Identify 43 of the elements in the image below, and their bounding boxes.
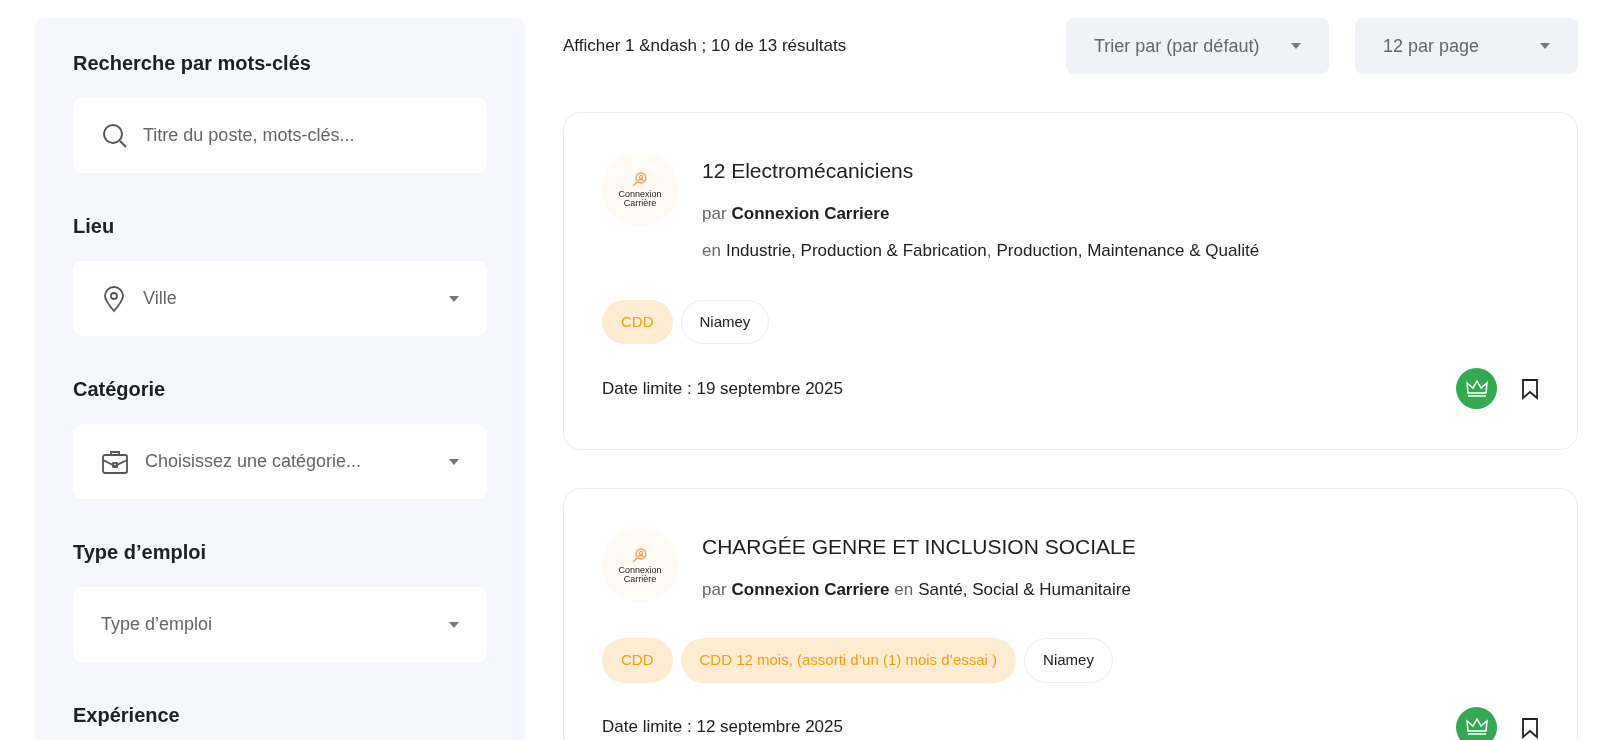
deadline-text: Date limite : 19 septembre 2025 — [602, 377, 844, 400]
caret-icon — [449, 295, 459, 302]
filter-label: Catégorie — [73, 377, 167, 402]
filter-label: Lieu — [73, 214, 116, 239]
caret-icon — [449, 458, 459, 465]
bookmark-button[interactable] — [1521, 715, 1539, 739]
caret-icon — [1291, 43, 1301, 49]
category-link[interactable]: Santé, Social & Humanitaire — [918, 576, 1131, 602]
job-type-tag: CDD — [602, 299, 673, 344]
meta-text: par — [702, 578, 727, 601]
company-link[interactable]: Connexion Carriere — [731, 200, 890, 226]
caret-icon — [1540, 43, 1550, 49]
job-type-tag: CDD 12 mois, (assorti d’un (1) mois d’essai ) — [680, 638, 1017, 683]
location-tag: Niamey — [680, 299, 770, 344]
location-tag: Niamey — [1024, 638, 1113, 683]
filter-label: Recherche par mots-clés — [73, 51, 312, 76]
filter-label: Type d’emploi — [73, 540, 207, 565]
company-logo: Connexion Carrière — [602, 151, 678, 227]
separator-text: , — [986, 240, 992, 262]
filter-label: Expérience — [73, 703, 181, 728]
caret-icon — [449, 621, 459, 628]
job-type-tag: CDD — [602, 638, 673, 683]
job-title[interactable]: CHARGÉE GENRE ET INCLUSION SOCIALE — [702, 531, 1136, 563]
bookmark-button[interactable] — [1521, 376, 1539, 401]
search-field[interactable]: Titre du poste, mots-clés... — [73, 98, 487, 173]
meta-text: par — [702, 202, 727, 225]
meta-text: en — [894, 578, 914, 601]
select-field[interactable]: Choisissez une catégorie... — [73, 424, 487, 499]
results-count: Afficher 1 &ndash ; 10 de 13 résultats — [563, 35, 848, 58]
meta-text: en — [702, 240, 721, 262]
deadline-text: Date limite : 12 septembre 2025 — [602, 716, 844, 739]
dropdown-button[interactable]: 12 par page — [1355, 18, 1578, 74]
search-icon — [101, 122, 129, 150]
category-link[interactable]: Production, Maintenance & Qualité — [996, 238, 1260, 264]
select-field[interactable]: Type d’emploi — [73, 587, 487, 662]
select-field[interactable]: Ville — [73, 261, 487, 336]
dropdown-button[interactable]: Trier par (par défaut) — [1066, 18, 1329, 74]
briefcase-icon — [101, 448, 129, 475]
category-link[interactable]: Industrie, Production & Fabrication — [725, 238, 987, 264]
company-logo: Connexion Carrière — [602, 527, 678, 603]
job-title[interactable]: 12 Electromécaniciens — [702, 155, 1260, 187]
company-link[interactable]: Connexion Carriere — [731, 576, 890, 602]
location-pin-icon — [101, 284, 127, 313]
